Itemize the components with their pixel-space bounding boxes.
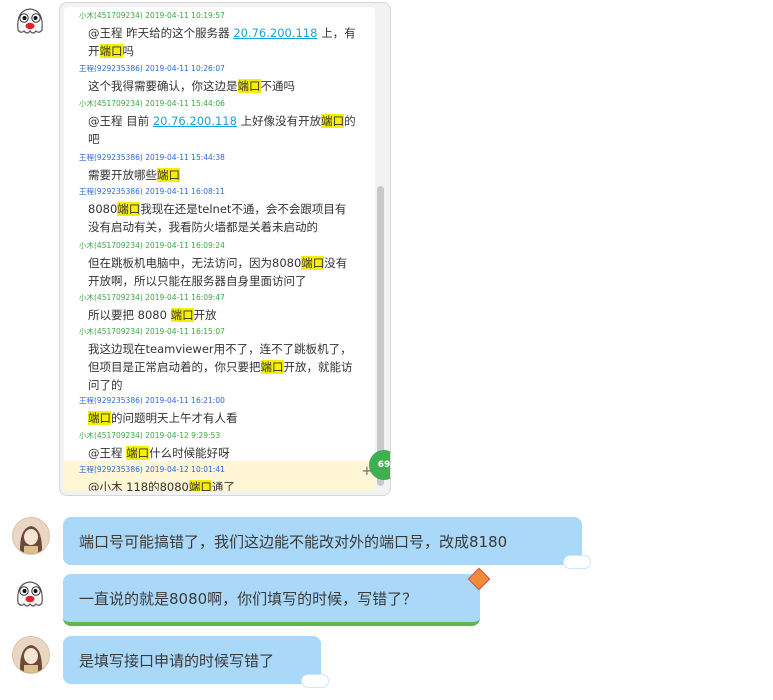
message-text-1: 端口号可能搞错了，我们这边能不能改对外的端口号，改成8180 bbox=[79, 532, 508, 551]
avatar-ghost-2[interactable] bbox=[12, 577, 48, 613]
message-text-segment: 所以要把 8080 bbox=[88, 308, 171, 322]
sender-name: 王程(929235386) bbox=[79, 465, 143, 474]
message-time: 2019-04-11 15:44:06 bbox=[145, 99, 225, 108]
message-time: 2019-04-11 10:26:07 bbox=[145, 64, 225, 73]
message-text: @王程 端口什么时候能好呀 bbox=[88, 444, 356, 462]
keyword-highlight: 端口 bbox=[99, 44, 123, 58]
message-text-segment: @小木 118的8080 bbox=[88, 480, 189, 491]
scrollbar-thumb[interactable] bbox=[377, 186, 384, 486]
cloud-decoration-icon bbox=[563, 555, 591, 569]
message-sender-time: 小木(451709234) 2019-04-12 9:29:53 bbox=[79, 431, 220, 441]
keyword-highlight: 端口 bbox=[321, 114, 345, 128]
message-text: 8080端口我现在还是telnet不通，会不会跟项目有没有启动有关，我看防火墙都… bbox=[88, 200, 356, 236]
keyword-highlight: 端口 bbox=[301, 256, 325, 270]
message-text-segment: @王程 bbox=[88, 446, 127, 460]
chat-record-card[interactable]: 小木(451709234) 2019-04-11 10:19:57 @王程 昨天给… bbox=[59, 2, 391, 496]
message-text-segment: 需要开放哪些 bbox=[88, 168, 157, 182]
unread-count-label: 69 bbox=[377, 460, 391, 470]
message-text: @小木 118的8080端口通了 bbox=[88, 478, 356, 491]
sender-name: 小木(451709234) bbox=[79, 241, 143, 250]
message-text-segment: 开放 bbox=[193, 308, 217, 322]
message-text: @王程 昨天给的这个服务器 20.76.200.118 上，有开端口吗 bbox=[88, 24, 356, 60]
ghost-avatar-icon bbox=[17, 8, 43, 34]
ip-link[interactable]: 20.76.200.118 bbox=[153, 114, 237, 128]
message-text: 需要开放哪些端口 bbox=[88, 166, 356, 184]
avatar-girl-1[interactable] bbox=[12, 517, 50, 555]
ghost-avatar-icon bbox=[17, 581, 43, 607]
sender-name: 王程(929235386) bbox=[79, 396, 143, 405]
message-text: 所以要把 8080 端口开放 bbox=[88, 306, 356, 324]
message-bubble-1[interactable]: 端口号可能搞错了，我们这边能不能改对外的端口号，改成8180 bbox=[63, 517, 591, 569]
message-text: 但在跳板机电脑中，无法访问，因为8080端口没有开放啊，所以只能在服务器自身里面… bbox=[88, 254, 356, 290]
sender-name: 小木(451709234) bbox=[79, 431, 143, 440]
message-time: 2019-04-11 16:09:24 bbox=[145, 241, 225, 250]
message-sender-time: 王程(929235386) 2019-04-11 10:26:07 bbox=[79, 64, 225, 74]
message-text-2: 一直说的就是8080啊，你们填写的时候，写错了？ bbox=[79, 589, 418, 608]
message-text-segment: 通了 bbox=[211, 480, 235, 491]
message-text: 我这边现在teamviewer用不了，连不了跳板机了，但项目是正常启动着的，你只… bbox=[88, 340, 356, 394]
sender-name: 王程(929235386) bbox=[79, 64, 143, 73]
cloud-decoration-icon bbox=[301, 674, 329, 688]
message-time: 2019-04-11 16:09:47 bbox=[145, 293, 225, 302]
message-text-segment: 的问题明天上午才有人看 bbox=[111, 411, 238, 425]
message-text-3: 是填写接口申请的时候写错了 bbox=[79, 651, 275, 670]
message-sender-time: 王程(929235386) 2019-04-11 16:21:00 bbox=[79, 396, 225, 406]
message-text-segment: @王程 昨天给的这个服务器 bbox=[88, 26, 234, 40]
message-time: 2019-04-11 10:19:57 bbox=[145, 11, 225, 20]
chat-record-scroll-area[interactable]: 小木(451709234) 2019-04-11 10:19:57 @王程 昨天给… bbox=[64, 7, 375, 491]
keyword-highlight: 端口 bbox=[126, 446, 150, 460]
keyword-highlight: 端口 bbox=[88, 411, 111, 425]
sender-name: 小木(451709234) bbox=[79, 11, 143, 20]
message-text-segment: 不通吗 bbox=[260, 79, 296, 93]
message-text-segment: 但在跳板机电脑中，无法访问，因为8080 bbox=[88, 256, 302, 270]
message-text-segment: 上好像没有开放 bbox=[236, 114, 322, 128]
message-sender-time: 王程(929235386) 2019-04-11 15:44:38 bbox=[79, 153, 225, 163]
message-sender-time: 小木(451709234) 2019-04-11 15:44:06 bbox=[79, 99, 225, 109]
sender-name: 小木(451709234) bbox=[79, 99, 143, 108]
sender-name: 王程(929235386) bbox=[79, 153, 143, 162]
sender-name: 小木(451709234) bbox=[79, 293, 143, 302]
girl-avatar-icon bbox=[13, 637, 49, 673]
message-sender-time: 王程(929235386) 2019-04-12 10:01:41 bbox=[79, 465, 225, 475]
message-text: 端口的问题明天上午才有人看 bbox=[88, 409, 356, 427]
keyword-highlight: 端口 bbox=[237, 79, 261, 93]
zoom-plus-icon[interactable]: + bbox=[360, 465, 374, 479]
message-text-segment: 吗 bbox=[122, 44, 135, 58]
kite-decoration-icon bbox=[467, 567, 491, 591]
message-sender-time: 小木(451709234) 2019-04-11 10:19:57 bbox=[79, 11, 225, 21]
keyword-highlight: 端口 bbox=[260, 360, 284, 374]
avatar-ghost-1[interactable] bbox=[12, 4, 48, 40]
message-text: 这个我得需要确认，你这边是端口不通吗 bbox=[88, 77, 356, 95]
sender-name: 王程(929235386) bbox=[79, 187, 143, 196]
message-sender-time: 小木(451709234) 2019-04-11 16:09:47 bbox=[79, 293, 225, 303]
keyword-highlight: 端口 bbox=[170, 308, 194, 322]
message-time: 2019-04-11 16:15:07 bbox=[145, 327, 225, 336]
message-time: 2019-04-11 16:21:00 bbox=[145, 396, 225, 405]
message-text-segment: @王程 目前 bbox=[88, 114, 153, 128]
message-sender-time: 小木(451709234) 2019-04-11 16:15:07 bbox=[79, 327, 225, 337]
message-text-segment: 8080 bbox=[88, 202, 118, 216]
message-bubble-2[interactable]: 一直说的就是8080啊，你们填写的时候，写错了？ bbox=[63, 567, 491, 626]
message-time: 2019-04-12 9:29:53 bbox=[145, 431, 221, 440]
message-time: 2019-04-12 10:01:41 bbox=[145, 465, 225, 474]
keyword-highlight: 端口 bbox=[188, 480, 212, 491]
ip-link[interactable]: 20.76.200.118 bbox=[233, 26, 317, 40]
girl-avatar-icon bbox=[13, 518, 49, 554]
keyword-highlight: 端口 bbox=[117, 202, 141, 216]
message-text: @王程 目前 20.76.200.118 上好像没有开放端口的吧 bbox=[88, 112, 356, 148]
keyword-highlight: 端口 bbox=[157, 168, 180, 182]
message-sender-time: 小木(451709234) 2019-04-11 16:09:24 bbox=[79, 241, 225, 251]
message-text-segment: 什么时候能好呀 bbox=[149, 446, 230, 460]
message-text-segment: 这个我得需要确认，你这边是 bbox=[88, 79, 238, 93]
message-sender-time: 王程(929235386) 2019-04-11 16:08:11 bbox=[79, 187, 225, 197]
message-bubble-3[interactable]: 是填写接口申请的时候写错了 bbox=[63, 636, 329, 688]
message-time: 2019-04-11 15:44:38 bbox=[145, 153, 225, 162]
sender-name: 小木(451709234) bbox=[79, 327, 143, 336]
message-time: 2019-04-11 16:08:11 bbox=[145, 187, 225, 196]
avatar-girl-2[interactable] bbox=[12, 636, 50, 674]
